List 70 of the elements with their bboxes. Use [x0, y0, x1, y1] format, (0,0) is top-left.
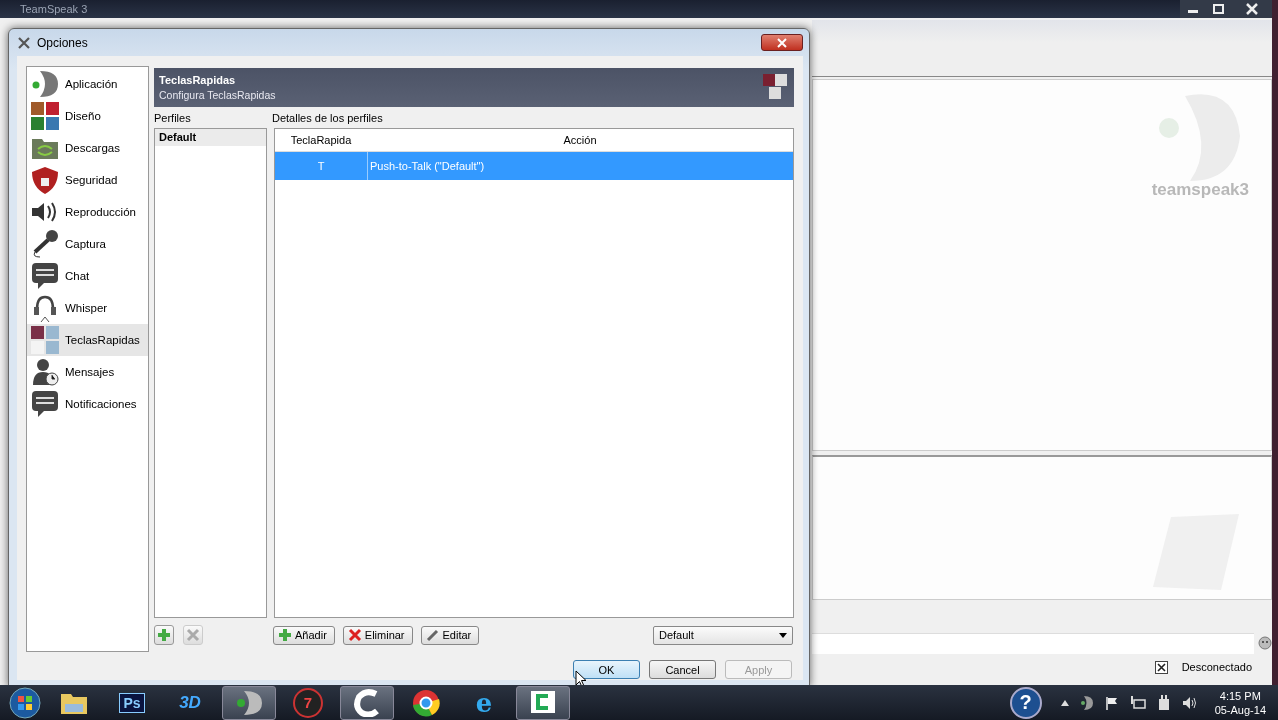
column-header[interactable]: TeclaRapida [275, 134, 367, 147]
cross-icon [186, 628, 200, 643]
dialog-title: Opciones [37, 35, 88, 50]
add-button[interactable]: Añadir [273, 625, 335, 645]
headset-logo-icon[interactable] [1079, 694, 1094, 711]
category-item[interactable]: Descargas [27, 132, 148, 164]
details-label: Detalles de los perfiles [272, 111, 383, 124]
help-icon[interactable]: ? [1009, 686, 1042, 719]
headset-logo-icon [234, 688, 264, 717]
smiley-icon[interactable] [1258, 636, 1272, 650]
c-app-taskbar-button[interactable] [340, 685, 394, 720]
tiles-icon [30, 101, 60, 131]
profiles-label: Perfiles [154, 111, 192, 124]
profile-dropdown[interactable]: Default [653, 625, 793, 645]
table-cell: T [275, 152, 368, 181]
tools-icon [17, 35, 31, 50]
network-icon[interactable] [1129, 695, 1146, 710]
browser-icon [412, 688, 440, 717]
category-item[interactable]: Whisper [27, 292, 148, 324]
logo-text: teamspeak3 [1151, 180, 1249, 200]
cursor-icon [575, 670, 587, 688]
category-item[interactable]: Chat [27, 260, 148, 292]
photoshop-taskbar-button[interactable]: Ps [106, 686, 158, 719]
edit-button[interactable]: Editar [420, 625, 480, 645]
cross-icon [347, 628, 362, 643]
plus-icon [278, 628, 292, 643]
column-header[interactable]: Acción [367, 134, 793, 147]
category-item[interactable]: Notificaciones [27, 388, 148, 420]
chat-input-field[interactable] [812, 632, 1254, 654]
category-item[interactable]: Seguridad [27, 164, 148, 196]
dialog-button[interactable]: OK [573, 660, 640, 679]
category-item[interactable]: Reproducción [27, 196, 148, 228]
chat-icon [30, 261, 60, 291]
profile-item[interactable]: Default [155, 129, 266, 147]
category-item[interactable]: TeclasRapidas [27, 324, 148, 356]
teamspeak-taskbar-button[interactable] [222, 685, 276, 720]
page-subtitle: Configura TeclasRapidas [159, 88, 276, 101]
ie-taskbar-button[interactable]: e [458, 686, 510, 719]
flag-icon[interactable] [1104, 695, 1119, 710]
category-item[interactable]: Mensajes [27, 356, 148, 388]
category-item[interactable]: Aplicación [27, 68, 148, 100]
remove-button[interactable]: Eliminar [342, 625, 413, 645]
chat-icon [30, 389, 60, 419]
page-title: TeclasRapidas [159, 73, 237, 86]
dropdown-arrow-icon [779, 632, 787, 638]
tiles-icon [762, 73, 788, 102]
c-logo-icon [352, 688, 382, 717]
category-item[interactable]: Captura [27, 228, 148, 260]
shield-icon [30, 165, 60, 195]
camtasia-taskbar-button[interactable] [516, 685, 570, 720]
pencil-icon [425, 628, 440, 643]
table-cell-text: Push-to-Talk ("Default") [369, 160, 486, 173]
threed-taskbar-button[interactable]: 3D [164, 686, 216, 719]
clock-date[interactable]: 05-Aug-14 [1214, 703, 1266, 716]
clock-time[interactable]: 4:15 PM [1219, 689, 1261, 702]
window-title: TeamSpeak 3 [19, 3, 88, 15]
caret-icon[interactable] [1060, 699, 1069, 706]
speaker-icon[interactable] [1181, 695, 1198, 710]
tiles-icon [30, 325, 60, 355]
person-clock-icon [30, 357, 60, 387]
dialog-button[interactable]: Cancel [649, 660, 716, 679]
start-button[interactable] [8, 685, 42, 720]
power-icon[interactable] [1156, 694, 1171, 711]
add-profile-button[interactable] [154, 625, 174, 646]
connection-status: Desconectado [1181, 661, 1252, 673]
plus-icon [157, 628, 171, 643]
category-item[interactable]: Diseño [27, 100, 148, 132]
close-icon[interactable] [1154, 660, 1168, 674]
close-button[interactable] [761, 34, 803, 51]
close-icon [775, 37, 789, 48]
